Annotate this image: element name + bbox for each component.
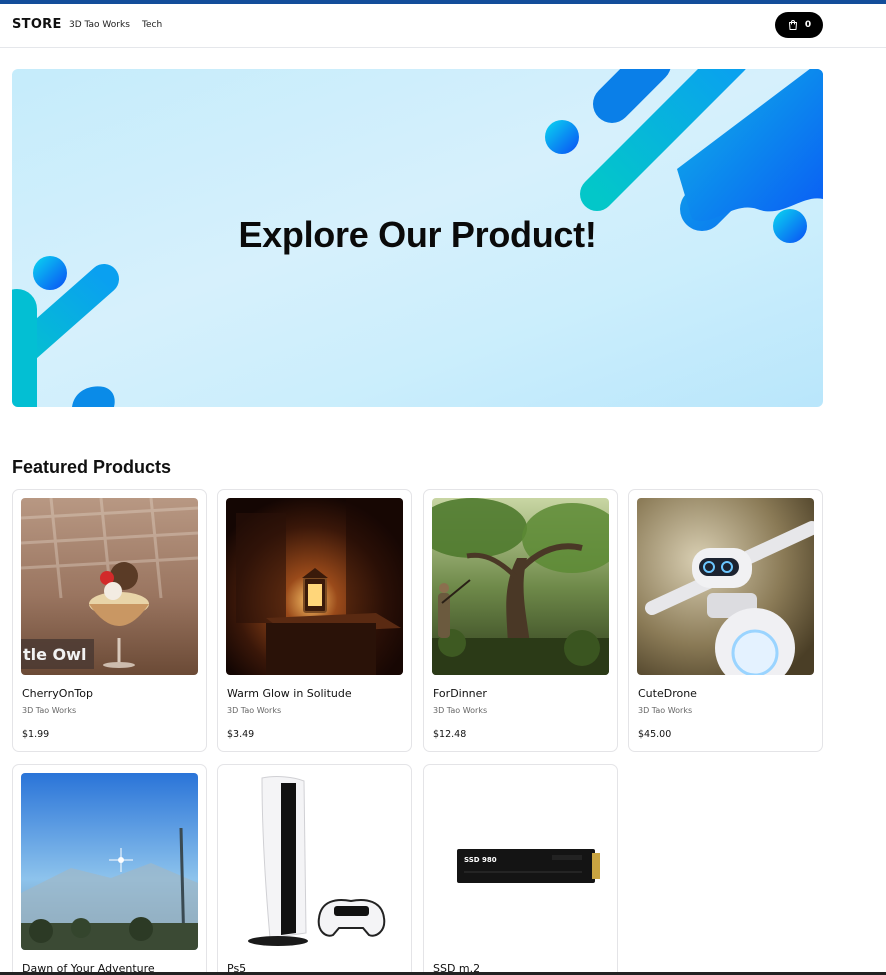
product-price: $3.49	[227, 729, 255, 740]
product-card-ps5[interactable]: Ps5	[217, 764, 412, 975]
product-vendor: 3D Tao Works	[22, 706, 77, 715]
cart-count-badge: 0	[804, 20, 812, 30]
product-image-dawn-of-your-adventure[interactable]	[21, 773, 198, 950]
ssd-label-text: SSD 980	[464, 856, 497, 864]
product-name[interactable]: ForDinner	[433, 687, 487, 700]
product-name[interactable]: CuteDrone	[638, 687, 697, 700]
product-card-dawn-of-your-adventure[interactable]: Dawn of Your Adventure	[12, 764, 207, 975]
product-price: $12.48	[433, 729, 467, 740]
product-card-cherryontop[interactable]: tle Owl CherryOnTop 3D Tao Works $1.99	[12, 489, 207, 752]
product-image-warm-glow-in-solitude[interactable]	[226, 498, 403, 675]
product-price: $1.99	[22, 729, 50, 740]
product-name[interactable]: CherryOnTop	[22, 687, 93, 700]
hero-banner: Explore Our Product!	[12, 69, 823, 407]
store-logo[interactable]: STORE	[12, 17, 62, 32]
product-name[interactable]: Warm Glow in Solitude	[227, 687, 352, 700]
navbar: STORE 3D Tao Works Tech 0	[0, 4, 886, 48]
product-vendor: 3D Tao Works	[638, 706, 693, 715]
product-image-cherryontop[interactable]: tle Owl	[21, 498, 198, 675]
product-card-cutedrone[interactable]: CuteDrone 3D Tao Works $45.00	[628, 489, 823, 752]
thumb-overlay-text: tle Owl	[23, 645, 86, 664]
cart-button[interactable]: 0	[775, 12, 823, 38]
nav-link-tech[interactable]: Tech	[142, 20, 162, 30]
product-card-ssd-m2[interactable]: SSD 980 SSD m.2	[423, 764, 618, 975]
product-card-fordinner[interactable]: ForDinner 3D Tao Works $12.48	[423, 489, 618, 752]
product-image-cutedrone[interactable]	[637, 498, 814, 675]
hero-title: Explore Our Product!	[238, 214, 597, 255]
product-image-ps5[interactable]	[226, 773, 403, 950]
product-image-fordinner[interactable]	[432, 498, 609, 675]
product-image-ssd-m2[interactable]: SSD 980	[432, 773, 609, 950]
shopping-bag-icon	[788, 20, 797, 30]
nav-link-3d-tao-works[interactable]: 3D Tao Works	[69, 20, 130, 30]
product-card-warm-glow-in-solitude[interactable]: Warm Glow in Solitude 3D Tao Works $3.49	[217, 489, 412, 752]
product-vendor: 3D Tao Works	[227, 706, 282, 715]
product-vendor: 3D Tao Works	[433, 706, 488, 715]
featured-products-title: Featured Products	[12, 457, 172, 477]
product-price: $45.00	[638, 729, 672, 740]
